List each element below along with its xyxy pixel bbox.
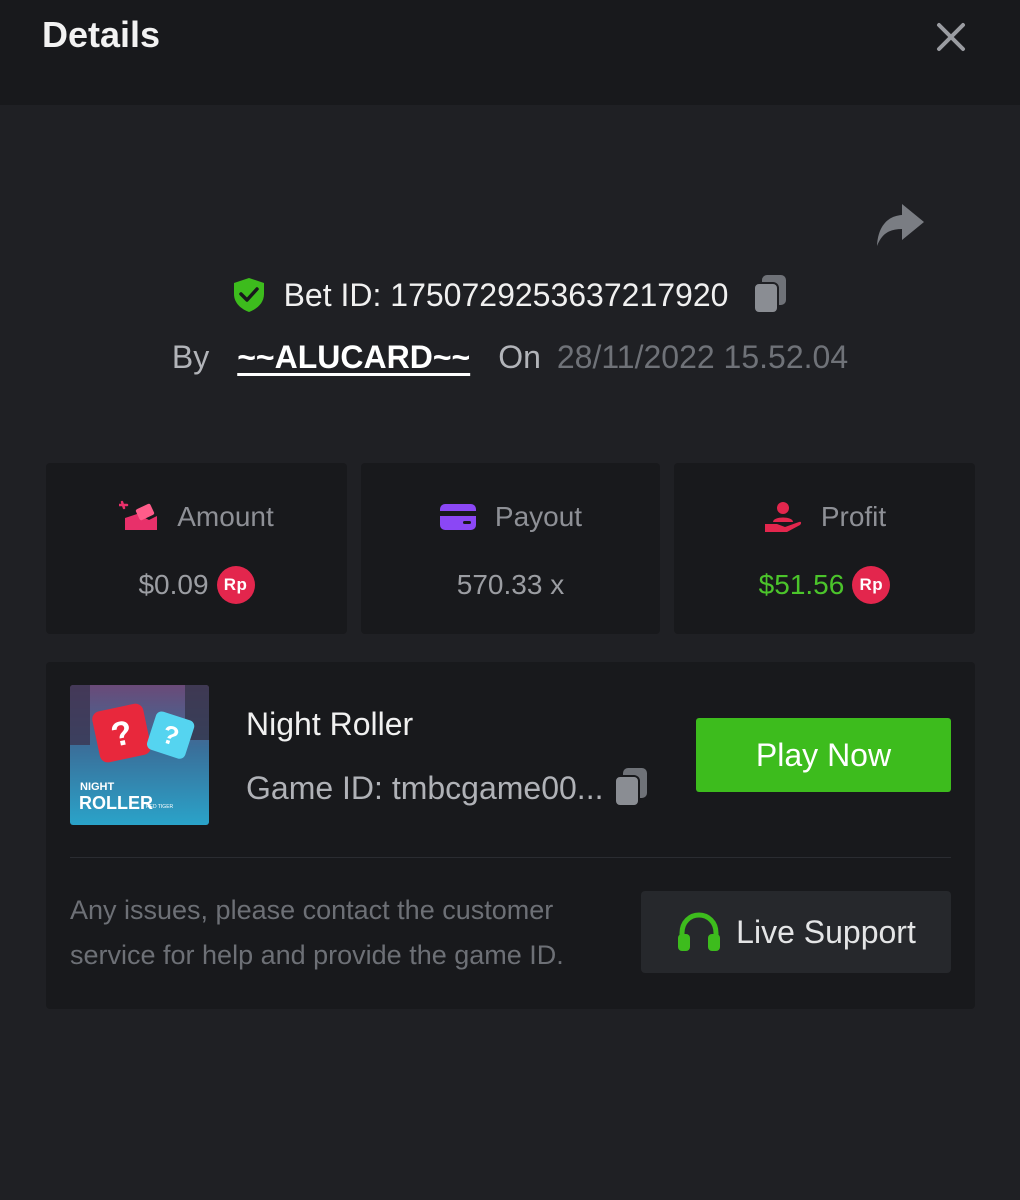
divider <box>70 857 951 858</box>
game-name: Night Roller <box>246 706 414 742</box>
payout-card: Payout 570.33 x <box>361 463 660 634</box>
currency-badge: Rp <box>216 566 255 604</box>
hand-user-icon <box>764 502 801 532</box>
payout-label: Payout <box>494 501 583 532</box>
copy-icon[interactable] <box>750 273 790 317</box>
amount-value: $0.09 <box>138 569 209 600</box>
game-panel: ? ? NIGHT ROLLER RED TIGER Night Roller … <box>46 662 975 1009</box>
coins-icon <box>119 500 158 530</box>
bet-author-row: By ~~ALUCARD~~ On 28/11/2022 15.52.04 <box>0 334 1020 380</box>
thumb-brand: RED TIGER <box>146 804 174 810</box>
live-support-label: Live Support <box>736 913 916 950</box>
profit-card: Profit $51.56 Rp <box>674 463 975 634</box>
by-label: By <box>171 338 210 375</box>
bet-id-text: Bet ID: 1750729253637217920 <box>283 276 729 313</box>
payout-value: 570.33 x <box>456 569 565 600</box>
bet-id-row: Bet ID: 1750729253637217920 <box>0 272 1020 318</box>
username-link[interactable]: ~~ALUCARD~~ <box>237 339 470 376</box>
card-icon <box>439 504 476 530</box>
game-thumbnail[interactable]: ? ? NIGHT ROLLER RED TIGER <box>70 685 209 825</box>
copy-icon[interactable] <box>611 766 651 810</box>
support-note: Any issues, please contact the customer … <box>70 895 564 970</box>
game-id-text: Game ID: tmbcgame00... <box>246 769 604 806</box>
verified-shield-icon <box>233 278 264 312</box>
thumb-title-line2: ROLLER <box>79 793 153 813</box>
profit-label: Profit <box>820 501 887 532</box>
header-bar: Details <box>0 0 1020 105</box>
currency-badge: Rp <box>852 566 891 604</box>
thumb-title-line1: NIGHT <box>80 781 115 793</box>
bet-date: 28/11/2022 15.52.04 <box>556 338 849 375</box>
play-now-button[interactable]: Play Now <box>696 718 951 792</box>
on-label: On <box>498 338 541 375</box>
headset-icon <box>678 912 721 951</box>
live-support-button[interactable]: Live Support <box>641 891 951 973</box>
amount-card: Amount $0.09 Rp <box>46 463 347 634</box>
page-title: Details <box>42 14 161 55</box>
share-button[interactable] <box>872 200 928 252</box>
close-icon <box>937 23 965 51</box>
profit-value: $51.56 <box>758 569 845 600</box>
share-icon <box>877 204 924 246</box>
game-id-row: Game ID: tmbcgame00... <box>246 765 651 811</box>
amount-label: Amount <box>177 501 274 532</box>
close-button[interactable] <box>928 14 974 60</box>
